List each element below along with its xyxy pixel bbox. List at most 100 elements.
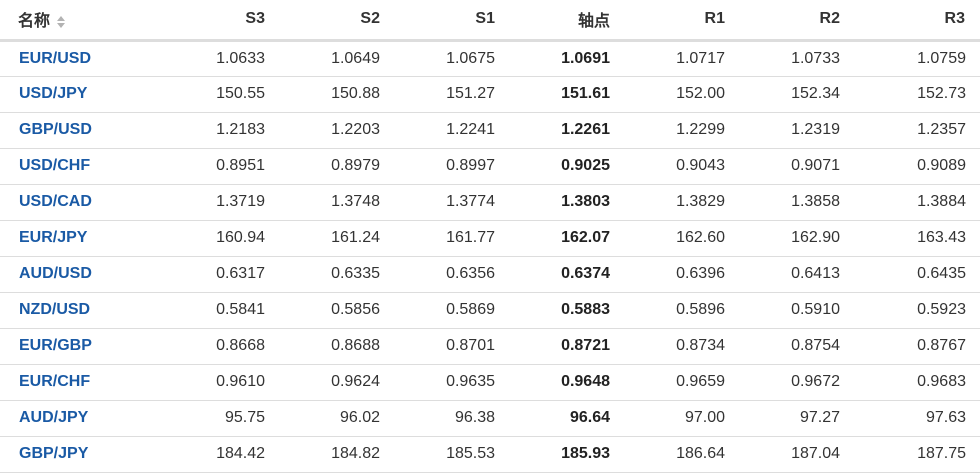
- s3-value: 150.55: [165, 76, 280, 113]
- r2-value: 162.90: [740, 220, 855, 257]
- s1-value: 0.6356: [395, 256, 510, 293]
- pivot-value: 1.2261: [510, 112, 625, 149]
- pair-cell: NZD/USD: [0, 292, 165, 329]
- currency-pair-link[interactable]: EUR/GBP: [19, 337, 92, 354]
- currency-pair-link[interactable]: EUR/JPY: [19, 229, 87, 246]
- r3-value: 0.8767: [855, 328, 980, 365]
- currency-pair-link[interactable]: EUR/CHF: [19, 373, 90, 390]
- s1-value: 1.0675: [395, 40, 510, 77]
- table-row: GBP/JPY 184.42 184.82 185.53 185.93 186.64 187…: [0, 436, 980, 473]
- r3-value: 0.9683: [855, 364, 980, 401]
- r2-value: 152.34: [740, 76, 855, 113]
- pair-cell: USD/CHF: [0, 148, 165, 185]
- pivot-value: 185.93: [510, 436, 625, 473]
- currency-pair-link[interactable]: GBP/JPY: [19, 445, 88, 462]
- r3-value: 1.2357: [855, 112, 980, 149]
- currency-pair-link[interactable]: AUD/USD: [19, 265, 92, 282]
- pivot-value: 1.0691: [510, 40, 625, 77]
- currency-pair-link[interactable]: EUR/USD: [19, 50, 91, 67]
- r2-value: 0.8754: [740, 328, 855, 365]
- table-row: AUD/JPY 95.75 96.02 96.38 96.64 97.00 97.27 97.…: [0, 400, 980, 437]
- r1-value: 162.60: [625, 220, 740, 257]
- currency-pair-link[interactable]: GBP/USD: [19, 121, 92, 138]
- s3-value: 1.2183: [165, 112, 280, 149]
- r1-value: 0.9659: [625, 364, 740, 401]
- sort-icon[interactable]: [57, 16, 66, 29]
- table-row: AUD/USD 0.6317 0.6335 0.6356 0.6374 0.6396 0.6…: [0, 256, 980, 293]
- table-row: USD/CHF 0.8951 0.8979 0.8997 0.9025 0.9043 0.9…: [0, 148, 980, 185]
- r1-value: 186.64: [625, 436, 740, 473]
- currency-pair-link[interactable]: USD/CAD: [19, 193, 92, 210]
- pivot-value: 0.9025: [510, 148, 625, 185]
- s2-value: 184.82: [280, 436, 395, 473]
- s2-value: 0.9624: [280, 364, 395, 401]
- s1-value: 185.53: [395, 436, 510, 473]
- r2-value: 0.5910: [740, 292, 855, 329]
- column-header-name[interactable]: 名称: [0, 0, 165, 42]
- s3-value: 0.5841: [165, 292, 280, 329]
- table-row: EUR/JPY 160.94 161.24 161.77 162.07 162.60 162…: [0, 220, 980, 257]
- header-row: 名称 S3 S2 S1 轴点 R1 R2 R3: [0, 0, 980, 42]
- currency-pair-link[interactable]: USD/CHF: [19, 157, 90, 174]
- s2-value: 0.8979: [280, 148, 395, 185]
- s2-value: 1.0649: [280, 40, 395, 77]
- table-row: GBP/USD 1.2183 1.2203 1.2241 1.2261 1.2299 1.2…: [0, 112, 980, 149]
- s1-value: 0.5869: [395, 292, 510, 329]
- pair-cell: EUR/JPY: [0, 220, 165, 257]
- column-header-s1: S1: [395, 0, 510, 42]
- pivot-value: 1.3803: [510, 184, 625, 221]
- s1-value: 161.77: [395, 220, 510, 257]
- column-header-name-label: 名称: [18, 13, 51, 31]
- pivot-value: 96.64: [510, 400, 625, 437]
- s1-value: 0.8701: [395, 328, 510, 365]
- r1-value: 1.3829: [625, 184, 740, 221]
- r2-value: 0.9672: [740, 364, 855, 401]
- column-header-r3: R3: [855, 0, 980, 42]
- r2-value: 0.9071: [740, 148, 855, 185]
- column-header-s2: S2: [280, 0, 395, 42]
- pivot-points-table: 名称 S3 S2 S1 轴点 R1 R2 R3 EUR/USD 1.0633 1.0…: [0, 0, 980, 473]
- s3-value: 0.8668: [165, 328, 280, 365]
- s3-value: 0.9610: [165, 364, 280, 401]
- column-header-r2: R2: [740, 0, 855, 42]
- pair-cell: USD/JPY: [0, 76, 165, 113]
- s2-value: 1.2203: [280, 112, 395, 149]
- s2-value: 0.6335: [280, 256, 395, 293]
- pair-cell: EUR/USD: [0, 40, 165, 77]
- s3-value: 1.0633: [165, 40, 280, 77]
- r2-value: 1.2319: [740, 112, 855, 149]
- s1-value: 1.2241: [395, 112, 510, 149]
- r2-value: 187.04: [740, 436, 855, 473]
- r1-value: 0.8734: [625, 328, 740, 365]
- s2-value: 1.3748: [280, 184, 395, 221]
- pivot-value: 151.61: [510, 76, 625, 113]
- s1-value: 0.9635: [395, 364, 510, 401]
- s2-value: 161.24: [280, 220, 395, 257]
- currency-pair-link[interactable]: USD/JPY: [19, 85, 87, 102]
- table-body: EUR/USD 1.0633 1.0649 1.0675 1.0691 1.0717 1.0…: [0, 40, 980, 473]
- r1-value: 0.5896: [625, 292, 740, 329]
- pair-cell: AUD/USD: [0, 256, 165, 293]
- table-row: NZD/USD 0.5841 0.5856 0.5869 0.5883 0.5896 0.5…: [0, 292, 980, 329]
- r1-value: 0.9043: [625, 148, 740, 185]
- s2-value: 150.88: [280, 76, 395, 113]
- table-row: USD/JPY 150.55 150.88 151.27 151.61 152.00 152…: [0, 76, 980, 113]
- pair-cell: USD/CAD: [0, 184, 165, 221]
- s1-value: 151.27: [395, 76, 510, 113]
- pivot-value: 0.8721: [510, 328, 625, 365]
- column-header-r1: R1: [625, 0, 740, 42]
- s2-value: 0.8688: [280, 328, 395, 365]
- column-header-pivot: 轴点: [510, 0, 625, 42]
- table-row: USD/CAD 1.3719 1.3748 1.3774 1.3803 1.3829 1.3…: [0, 184, 980, 221]
- r3-value: 0.5923: [855, 292, 980, 329]
- r3-value: 0.9089: [855, 148, 980, 185]
- r2-value: 97.27: [740, 400, 855, 437]
- currency-pair-link[interactable]: AUD/JPY: [19, 409, 88, 426]
- pair-cell: GBP/JPY: [0, 436, 165, 473]
- pivot-value: 0.5883: [510, 292, 625, 329]
- s3-value: 184.42: [165, 436, 280, 473]
- currency-pair-link[interactable]: NZD/USD: [19, 301, 90, 318]
- column-header-s3: S3: [165, 0, 280, 42]
- r1-value: 0.6396: [625, 256, 740, 293]
- pair-cell: GBP/USD: [0, 112, 165, 149]
